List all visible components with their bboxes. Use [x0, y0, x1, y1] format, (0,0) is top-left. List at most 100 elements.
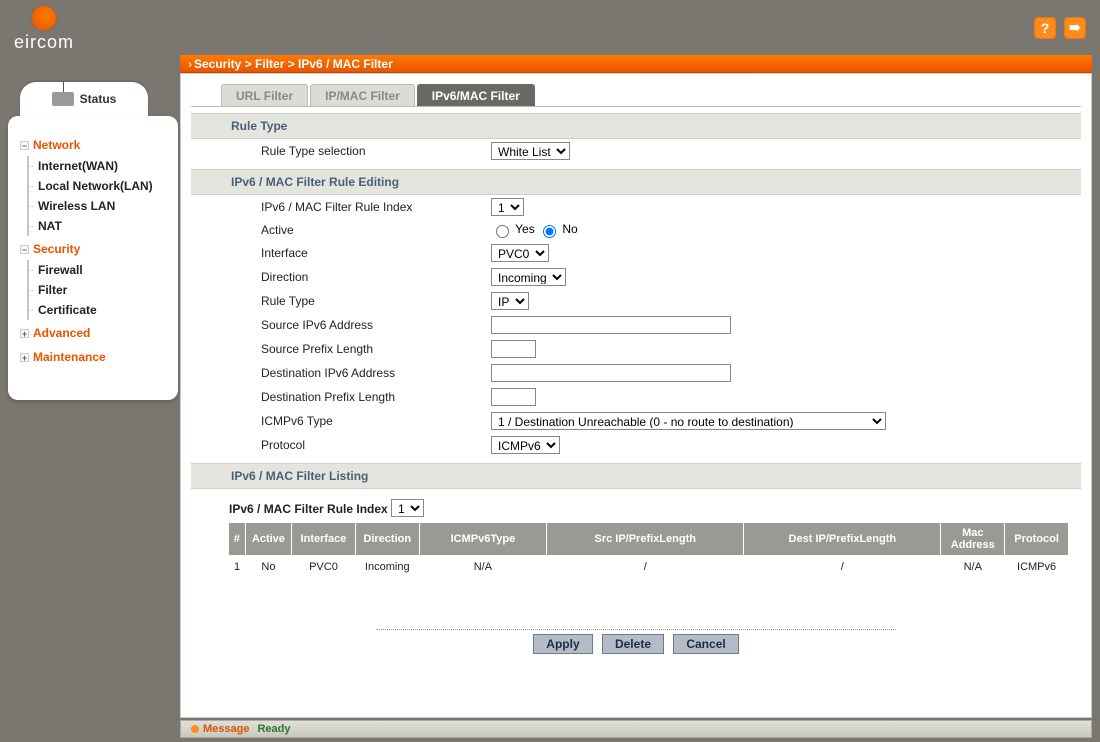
breadcrumb-path: Security > Filter > IPv6 / MAC Filter — [194, 57, 393, 71]
sidebar-group-security[interactable]: − Security — [8, 238, 178, 260]
collapse-icon: − — [20, 245, 29, 254]
status-message-label: Message — [203, 723, 249, 735]
section-rule-type: Rule Type — [191, 113, 1081, 139]
th-direction: Direction — [355, 523, 419, 555]
content: URL Filter IP/MAC Filter IPv6/MAC Filter… — [180, 73, 1092, 718]
cell-active: No — [245, 555, 291, 579]
sidebar-item-lan[interactable]: Local Network(LAN) — [8, 176, 178, 196]
cancel-button[interactable]: Cancel — [673, 634, 738, 654]
panel: Rule Type Rule Type selection White List… — [191, 106, 1081, 668]
cell-src: / — [547, 555, 744, 579]
cell-iface: PVC0 — [292, 555, 356, 579]
th-icmptype: ICMPv6Type — [419, 523, 547, 555]
radio-active-no[interactable] — [543, 225, 556, 238]
cell-dst: / — [744, 555, 941, 579]
help-icon[interactable]: ? — [1034, 17, 1056, 39]
th-active: Active — [245, 523, 291, 555]
router-icon — [52, 92, 74, 106]
th-dst: Dest IP/PrefixLength — [744, 523, 941, 555]
label-rule-index: IPv6 / MAC Filter Rule Index — [191, 200, 491, 214]
expand-icon: + — [20, 353, 29, 362]
status-message-text: Ready — [257, 723, 290, 735]
collapse-icon: − — [20, 141, 29, 150]
sun-icon — [32, 6, 56, 30]
section-filter-listing: IPv6 / MAC Filter Listing — [191, 463, 1081, 489]
input-src-ipv6[interactable] — [491, 316, 731, 334]
th-protocol: Protocol — [1005, 523, 1069, 555]
sidebar-item-certificate[interactable]: Certificate — [8, 300, 178, 320]
label-dst-ipv6: Destination IPv6 Address — [191, 366, 491, 380]
delete-button[interactable]: Delete — [602, 634, 664, 654]
cell-icmp: N/A — [419, 555, 547, 579]
status-dot-icon — [191, 725, 199, 733]
select-rule-index[interactable]: 1 — [491, 198, 524, 216]
sidebar-group-advanced[interactable]: + Advanced — [8, 322, 178, 344]
listing-title: IPv6 / MAC Filter Rule Index 1 — [229, 499, 1081, 517]
cell-num: 1 — [229, 555, 245, 579]
sidebar: − Network Internet(WAN) Local Network(LA… — [8, 116, 178, 400]
select-rule-type-selection[interactable]: White List — [491, 142, 570, 160]
select-icmp-type[interactable]: 1 / Destination Unreachable (0 - no rout… — [491, 412, 886, 430]
table-header-row: # Active Interface Direction ICMPv6Type … — [229, 523, 1069, 555]
logout-icon[interactable]: ➠ — [1064, 17, 1086, 39]
table-row[interactable]: 1 No PVC0 Incoming N/A / / N/A ICMPv6 — [229, 555, 1069, 579]
select-inner-rule-type[interactable]: IP — [491, 292, 529, 310]
label-src-ipv6: Source IPv6 Address — [191, 318, 491, 332]
tab-ipv6-mac-filter[interactable]: IPv6/MAC Filter — [417, 84, 535, 106]
cell-proto: ICMPv6 — [1005, 555, 1069, 579]
breadcrumb: ›Security > Filter > IPv6 / MAC Filter — [180, 55, 1092, 73]
select-interface[interactable]: PVC0 — [491, 244, 549, 262]
sidebar-item-nat[interactable]: NAT — [8, 216, 178, 236]
radio-label-yes: Yes — [515, 222, 535, 236]
cell-mac: N/A — [941, 555, 1005, 579]
label-src-prefix: Source Prefix Length — [191, 342, 491, 356]
label-rule-type-selection: Rule Type selection — [191, 144, 491, 158]
th-interface: Interface — [292, 523, 356, 555]
header: eircom ? ➠ — [0, 0, 1100, 55]
th-src: Src IP/PrefixLength — [547, 523, 744, 555]
tab-url-filter[interactable]: URL Filter — [221, 84, 308, 106]
section-rule-editing: IPv6 / MAC Filter Rule Editing — [191, 169, 1081, 195]
label-dst-prefix: Destination Prefix Length — [191, 390, 491, 404]
select-listing-index[interactable]: 1 — [391, 499, 424, 517]
tab-strip: URL Filter IP/MAC Filter IPv6/MAC Filter — [221, 84, 1091, 106]
status-bar: Message Ready — [180, 720, 1092, 738]
filter-table: # Active Interface Direction ICMPv6Type … — [229, 523, 1069, 579]
label-icmp-type: ICMPv6 Type — [191, 414, 491, 428]
sidebar-group-label: Maintenance — [33, 350, 106, 364]
sidebar-group-network[interactable]: − Network — [8, 134, 178, 156]
select-protocol[interactable]: ICMPv6 — [491, 436, 560, 454]
header-actions: ? ➠ — [1034, 17, 1086, 39]
label-interface: Interface — [191, 246, 491, 260]
chevron-icon: › — [188, 57, 192, 71]
sidebar-item-internet-wan[interactable]: Internet(WAN) — [8, 156, 178, 176]
sidebar-group-label: Network — [33, 138, 80, 152]
cell-dir: Incoming — [355, 555, 419, 579]
th-mac: Mac Address — [941, 523, 1005, 555]
sidebar-group-label: Advanced — [33, 326, 90, 340]
input-src-prefix[interactable] — [491, 340, 536, 358]
sidebar-group-label: Security — [33, 242, 80, 256]
sidebar-item-wlan[interactable]: Wireless LAN — [8, 196, 178, 216]
brand-text: eircom — [14, 32, 74, 53]
label-inner-rule-type: Rule Type — [191, 294, 491, 308]
status-tab[interactable]: Status — [20, 82, 148, 116]
button-row: Apply Delete Cancel — [376, 629, 896, 668]
apply-button[interactable]: Apply — [533, 634, 592, 654]
sidebar-item-filter[interactable]: Filter — [8, 280, 178, 300]
input-dst-prefix[interactable] — [491, 388, 536, 406]
label-protocol: Protocol — [191, 438, 491, 452]
expand-icon: + — [20, 329, 29, 338]
sidebar-group-maintenance[interactable]: + Maintenance — [8, 346, 178, 368]
label-active: Active — [191, 223, 491, 237]
sidebar-item-firewall[interactable]: Firewall — [8, 260, 178, 280]
brand-logo: eircom — [14, 6, 74, 53]
status-tab-label: Status — [80, 92, 117, 106]
radio-active-yes[interactable] — [496, 225, 509, 238]
radio-label-no: No — [562, 222, 577, 236]
label-direction: Direction — [191, 270, 491, 284]
select-direction[interactable]: Incoming — [491, 268, 566, 286]
input-dst-ipv6[interactable] — [491, 364, 731, 382]
th-num: # — [229, 523, 245, 555]
tab-ip-mac-filter[interactable]: IP/MAC Filter — [310, 84, 415, 106]
